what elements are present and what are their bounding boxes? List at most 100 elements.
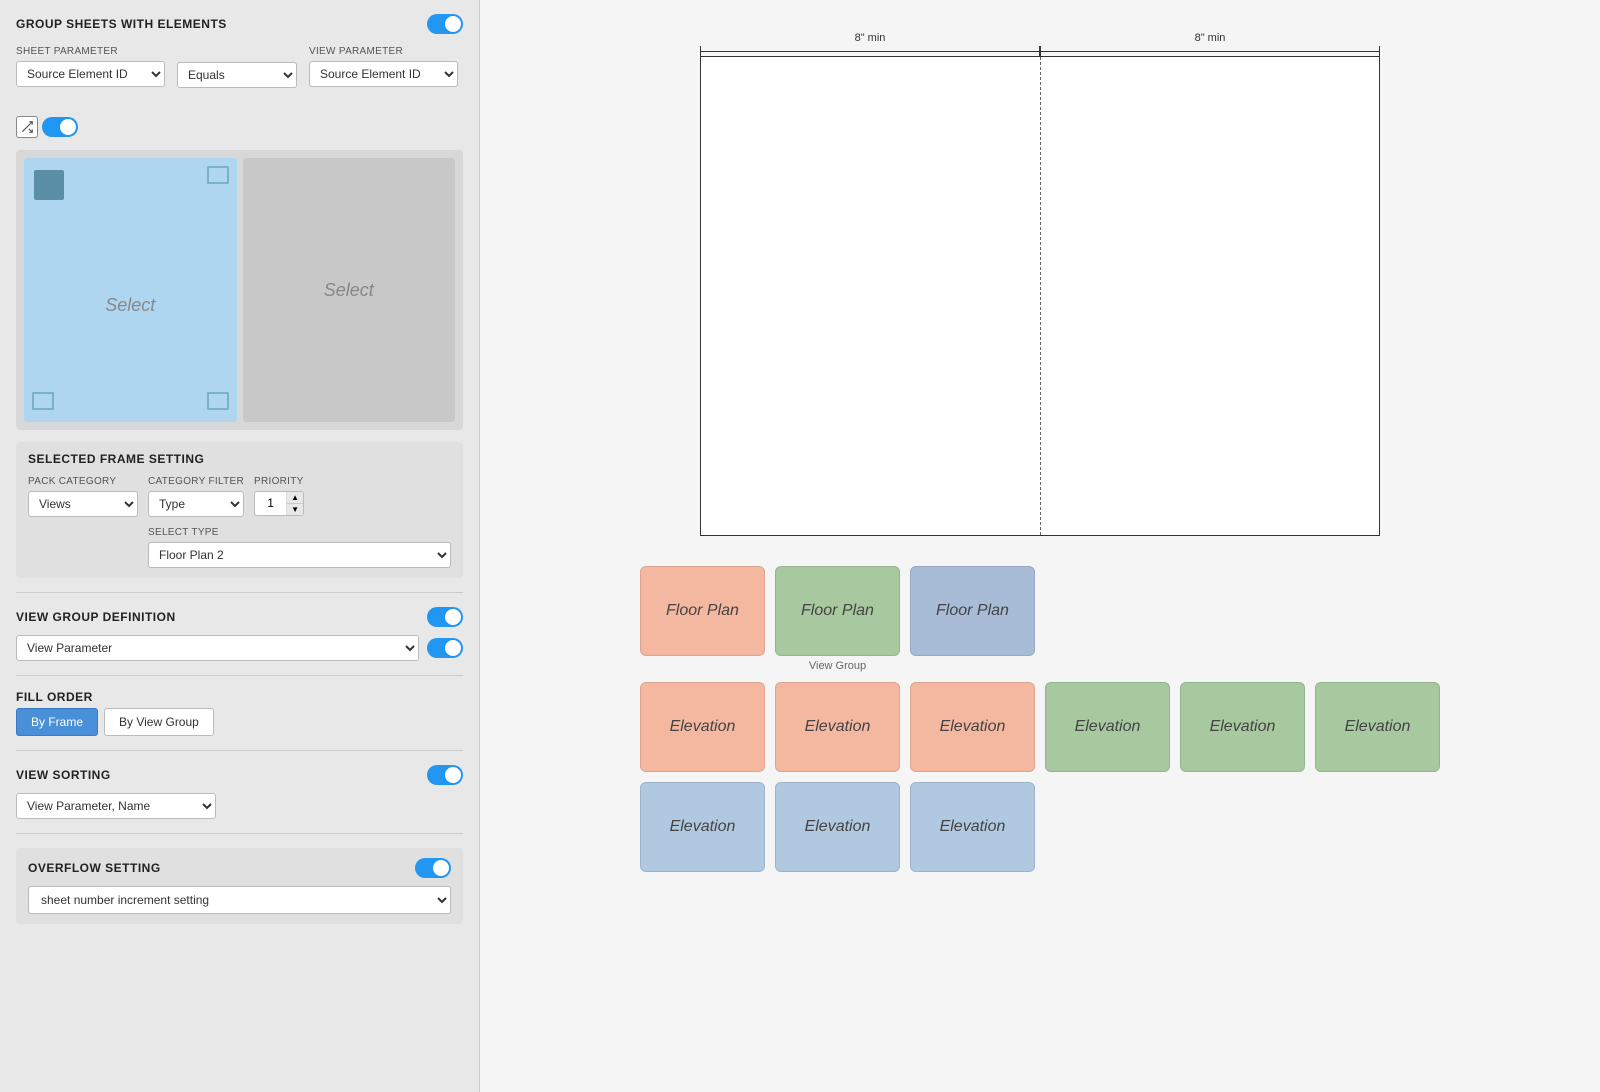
card-elev-label-3: Elevation: [940, 718, 1006, 736]
param-toggle[interactable]: [42, 117, 78, 137]
card-elev-label-9: Elevation: [940, 818, 1006, 836]
dim-right-arrow: [1040, 46, 1380, 56]
overflow-title: OVERFLOW SETTING: [28, 861, 161, 875]
vg-title: VIEW GROUP DEFINITION: [16, 610, 176, 624]
dim-right-label: 8" min: [1195, 32, 1226, 44]
cards-area: Floor Plan Floor Plan Floor Plan View Gr…: [640, 566, 1440, 872]
equals-select-wrapper: Equals: [177, 62, 297, 88]
overflow-toggle[interactable]: [415, 858, 451, 878]
sheet-right: [1041, 57, 1380, 535]
dim-line-l: [701, 51, 1039, 52]
preview-block: [34, 170, 64, 200]
main-toggle[interactable]: [427, 14, 463, 34]
card-label-1: Floor Plan: [666, 602, 739, 620]
dim-left-group: 8" min: [700, 32, 1040, 56]
select-label-right: Select: [324, 280, 374, 301]
vg-header: VIEW GROUP DEFINITION: [16, 607, 463, 627]
left-panel: GROUP SHEETS WITH ELEMENTS SHEET PARAMET…: [0, 0, 480, 1092]
right-panel: 8" min 8" min: [480, 0, 1600, 1092]
dims-top: 8" min 8" min: [700, 20, 1380, 56]
card-elev-label-8: Elevation: [805, 818, 871, 836]
sheet-param-select[interactable]: Source Element ID: [16, 61, 165, 87]
view-sorting-section: VIEW SORTING View Parameter, Name: [16, 765, 463, 819]
vg-param-select[interactable]: View Parameter: [16, 635, 419, 661]
divider-4: [16, 833, 463, 834]
preview-sheet-right[interactable]: Select: [243, 158, 456, 422]
dim-line-r: [1041, 51, 1379, 52]
priority-down[interactable]: ▼: [287, 504, 303, 515]
cat-filter-label: CATEGORY FILTER: [148, 476, 244, 487]
card-elev-4: Elevation: [1045, 682, 1170, 772]
select-label-left: Select: [105, 295, 155, 316]
card-elev-label-6: Elevation: [1345, 718, 1411, 736]
preview-rect-tr: [207, 166, 229, 184]
priority-spinner[interactable]: 1 ▲ ▼: [254, 491, 304, 516]
frame-setting-title: SELECTED FRAME SETTING: [28, 452, 451, 466]
cat-filter-select[interactable]: Type: [148, 491, 244, 517]
card-elev-1: Elevation: [640, 682, 765, 772]
preview-rect-bl: [32, 392, 54, 410]
card-elev-9: Elevation: [910, 782, 1035, 872]
frame-section: SELECTED FRAME SETTING PACK CATEGORY Vie…: [16, 442, 463, 578]
card-floor-plan-3: Floor Plan: [910, 566, 1035, 656]
card-elev-6: Elevation: [1315, 682, 1440, 772]
card-floor-plan-1: Floor Plan: [640, 566, 765, 656]
pack-cat-label: PACK CATEGORY: [28, 476, 138, 487]
vs-select[interactable]: View Parameter, Name: [16, 793, 216, 819]
vg-toggle[interactable]: [427, 607, 463, 627]
card-elev-8: Elevation: [775, 782, 900, 872]
sheet-diagram: 8" min 8" min: [700, 20, 1380, 536]
by-view-group-button[interactable]: By View Group: [104, 708, 214, 736]
view-group-section: VIEW GROUP DEFINITION View Parameter: [16, 607, 463, 661]
card-floor-plan-2: Floor Plan: [775, 566, 900, 656]
vg-toggle-2[interactable]: [427, 638, 463, 658]
card-elev-label-4: Elevation: [1075, 718, 1141, 736]
overflow-select[interactable]: sheet number increment setting: [28, 886, 451, 914]
card-elev-label-5: Elevation: [1210, 718, 1276, 736]
fill-order-title: FILL ORDER: [16, 690, 463, 704]
divider-2: [16, 675, 463, 676]
equals-select[interactable]: Equals: [177, 62, 297, 88]
shuffle-icon[interactable]: [16, 116, 38, 138]
divider-3: [16, 750, 463, 751]
sheet-param-select-wrapper: Source Element ID: [16, 61, 165, 87]
pack-cat-select[interactable]: Views: [28, 491, 138, 517]
card-label-2: Floor Plan: [801, 602, 874, 620]
priority-value: 1: [255, 492, 286, 515]
view-param-label: VIEW PARAMETER: [309, 46, 458, 57]
view-param-select[interactable]: Source Element ID: [309, 61, 458, 87]
card-elev-5: Elevation: [1180, 682, 1305, 772]
fill-order-buttons: By Frame By View Group: [16, 708, 463, 736]
row1-cards: Floor Plan Floor Plan Floor Plan: [640, 566, 1035, 656]
preview-sheet-left[interactable]: Select: [24, 158, 237, 422]
overflow-section: OVERFLOW SETTING sheet number increment …: [16, 848, 463, 924]
panel-title: GROUP SHEETS WITH ELEMENTS: [16, 17, 227, 31]
preview-area: Select Select: [16, 150, 463, 430]
dim-right-group: 8" min: [1040, 32, 1380, 56]
sheet-param-label: SHEET PARAMETER: [16, 46, 165, 57]
view-param-select-wrapper: Source Element ID: [309, 61, 458, 87]
sheet-container: [700, 56, 1380, 536]
select-type-select[interactable]: Floor Plan 2: [148, 542, 451, 568]
sheet-left: [701, 57, 1041, 535]
vs-toggle[interactable]: [427, 765, 463, 785]
card-label-3: Floor Plan: [936, 602, 1009, 620]
card-elev-2: Elevation: [775, 682, 900, 772]
by-frame-button[interactable]: By Frame: [16, 708, 98, 736]
priority-up[interactable]: ▲: [287, 492, 303, 504]
divider-1: [16, 592, 463, 593]
card-elev-label-1: Elevation: [670, 718, 736, 736]
vg-param-row: View Parameter: [16, 635, 463, 661]
priority-arrows: ▲ ▼: [286, 492, 303, 515]
row1-group: Floor Plan Floor Plan Floor Plan View Gr…: [640, 566, 1035, 672]
vs-header: VIEW SORTING: [16, 765, 463, 785]
card-elev-3: Elevation: [910, 682, 1035, 772]
priority-label: PRIORITY: [254, 476, 304, 487]
dim-left-label: 8" min: [855, 32, 886, 44]
fill-order-section: FILL ORDER By Frame By View Group: [16, 690, 463, 736]
card-elev-7: Elevation: [640, 782, 765, 872]
preview-rect-br: [207, 392, 229, 410]
row1-wrapper: Floor Plan Floor Plan Floor Plan View Gr…: [640, 566, 1035, 672]
select-type-label: SELECT TYPE: [148, 527, 451, 538]
vs-title: VIEW SORTING: [16, 768, 111, 782]
